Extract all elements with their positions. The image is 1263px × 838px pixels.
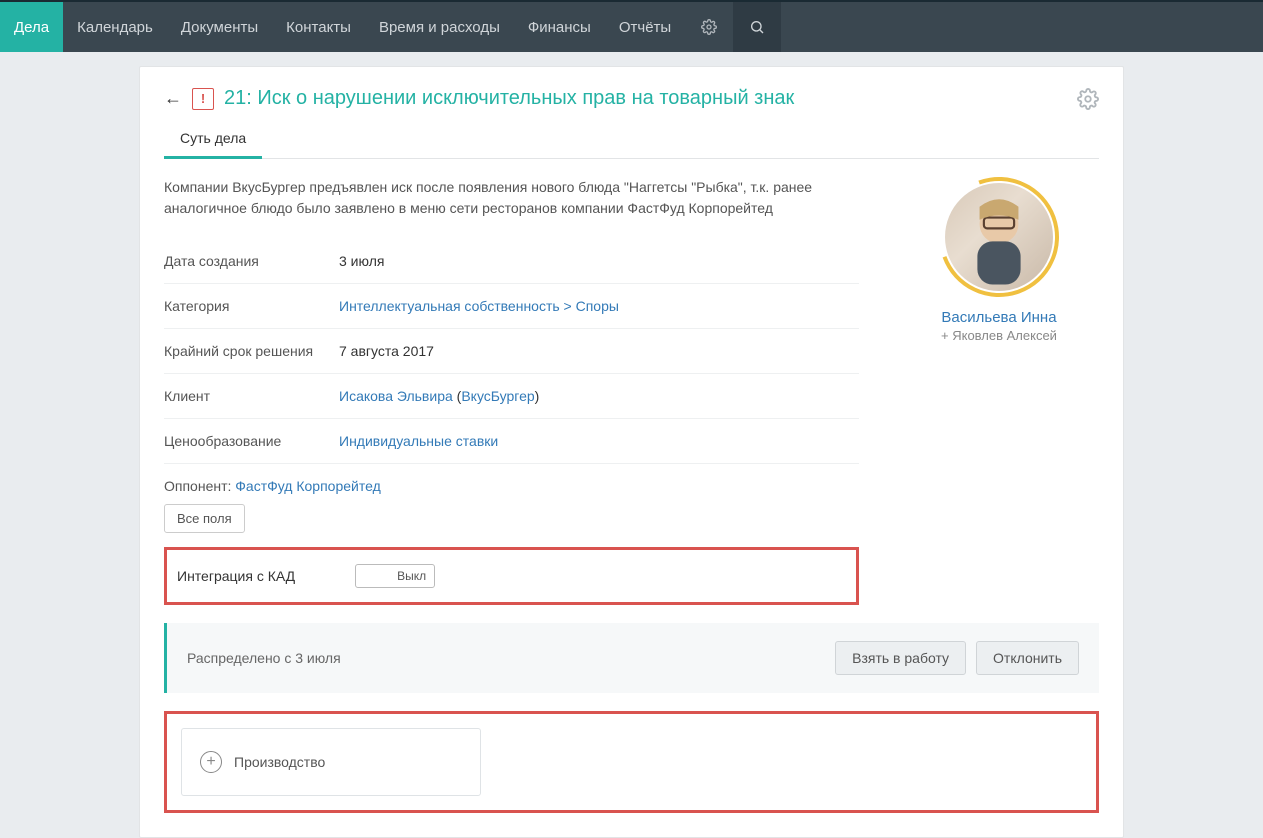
nav-item-documents[interactable]: Документы [167, 2, 272, 52]
add-production-button[interactable]: + Производство [181, 728, 481, 796]
assignee-additional: + Яковлев Алексей [899, 328, 1099, 343]
search-icon [749, 19, 765, 35]
plus-circle-icon: + [200, 751, 222, 773]
label-deadline: Крайний срок решения [164, 343, 339, 359]
case-settings-button[interactable] [1077, 88, 1099, 110]
nav-search[interactable] [733, 2, 781, 52]
nav-item-contacts[interactable]: Контакты [272, 2, 365, 52]
nav-item-reports[interactable]: Отчёты [605, 2, 685, 52]
gear-icon [701, 19, 717, 35]
take-work-button[interactable]: Взять в работу [835, 641, 966, 675]
back-arrow-icon[interactable]: ← [164, 88, 182, 109]
case-title: 21: Иск о нарушении исключительных прав … [224, 87, 794, 110]
label-created-date: Дата создания [164, 253, 339, 269]
value-created-date: 3 июля [339, 253, 384, 269]
opponent-link[interactable]: ФастФуд Корпорейтед [235, 478, 380, 494]
value-deadline: 7 августа 2017 [339, 343, 434, 359]
label-pricing: Ценообразование [164, 433, 339, 449]
kad-toggle[interactable]: Выкл [355, 564, 435, 588]
case-description: Компании ВкусБургер предъявлен иск после… [164, 177, 859, 219]
priority-warning-icon: ! [192, 88, 214, 110]
kad-integration-highlight: Интеграция с КАД Выкл [164, 547, 859, 605]
status-text: Распределено с 3 июля [187, 650, 341, 666]
label-category: Категория [164, 298, 339, 314]
nav-settings[interactable] [685, 2, 733, 52]
nav-item-cases[interactable]: Дела [0, 2, 63, 52]
status-bar: Распределено с 3 июля Взять в работу Отк… [164, 623, 1099, 693]
nav-item-finance[interactable]: Финансы [514, 2, 605, 52]
value-client: Исакова Эльвира (ВкусБургер) [339, 388, 539, 404]
production-label: Производство [234, 754, 325, 770]
production-highlight: + Производство [164, 711, 1099, 813]
nav-item-calendar[interactable]: Календарь [63, 2, 167, 52]
label-client: Клиент [164, 388, 339, 404]
value-category[interactable]: Интеллектуальная собственность > Споры [339, 298, 619, 314]
assignee-panel: Васильева Инна + Яковлев Алексей [899, 177, 1099, 605]
reject-button[interactable]: Отклонить [976, 641, 1079, 675]
nav-item-time-expenses[interactable]: Время и расходы [365, 2, 514, 52]
kad-integration-label: Интеграция с КАД [177, 568, 295, 584]
case-tabs: Суть дела [164, 120, 1099, 159]
client-company-link[interactable]: ВкусБургер [461, 388, 534, 404]
label-opponent: Оппонент: [164, 478, 231, 494]
tab-essence[interactable]: Суть дела [164, 120, 262, 158]
value-pricing[interactable]: Индивидуальные ставки [339, 433, 498, 449]
case-card: ← ! 21: Иск о нарушении исключительных п… [139, 66, 1124, 838]
client-person-link[interactable]: Исакова Эльвира [339, 388, 453, 404]
all-fields-button[interactable]: Все поля [164, 504, 245, 533]
main-nav: Дела Календарь Документы Контакты Время … [0, 2, 1263, 52]
assignee-name-link[interactable]: Васильева Инна [899, 309, 1099, 326]
opponent-row: Оппонент: ФастФуд Корпорейтед [164, 478, 859, 494]
assignee-avatar[interactable] [945, 183, 1053, 291]
